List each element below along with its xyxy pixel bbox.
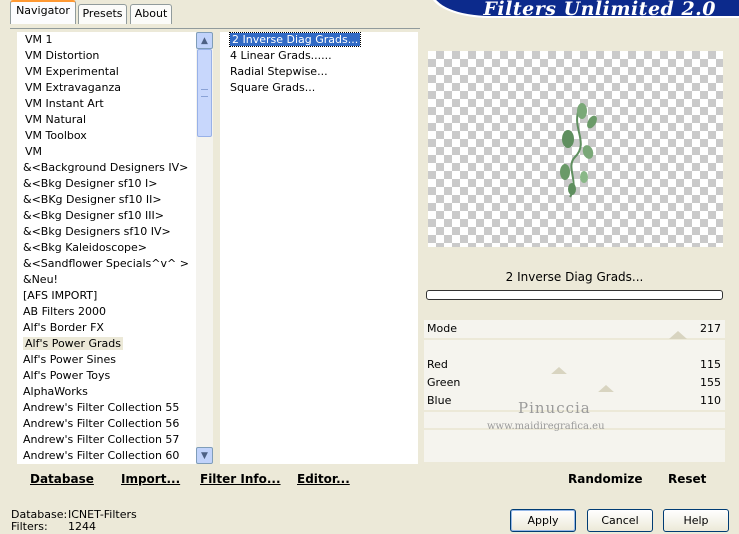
category-list[interactable]: VM 1 VM Distortion VM Experimental VM Extra… (17, 32, 211, 464)
param-green[interactable]: Green 155 (424, 374, 725, 392)
parameter-panel: Mode 217 Red 115 Green 155 Blue 110 (424, 320, 725, 462)
tab-presets[interactable]: Presets (78, 4, 127, 24)
category-item[interactable]: AlphaWorks (17, 384, 211, 400)
category-item[interactable]: &<Bkg Designer sf10 III> (17, 208, 211, 224)
category-item[interactable]: Andrew's Filter Collection 57 (17, 432, 211, 448)
category-item[interactable]: VM Extravaganza (17, 80, 211, 96)
preview-panel (424, 33, 725, 267)
category-item[interactable]: Alf's Border FX (17, 320, 211, 336)
editor-button[interactable]: Editor... (297, 472, 350, 486)
status-info: Database:ICNET-Filters Filters: 1244 (11, 508, 137, 533)
logo-text: Filters Unlimited 2.0 (483, 0, 716, 20)
cancel-button[interactable]: Cancel (587, 509, 653, 532)
category-item[interactable]: VM (17, 144, 211, 160)
scroll-thumb[interactable] (197, 49, 212, 137)
scroll-down-button[interactable]: ▼ (196, 447, 213, 464)
navigator-button-bar: Database Import... Filter Info... Editor… (10, 467, 420, 493)
category-item[interactable]: Andrew's Filter Collection 56 (17, 416, 211, 432)
category-item[interactable]: &<Sandflower Specials^v^ > (17, 256, 211, 272)
category-item[interactable]: Andrew's Filter Collection 60 (17, 448, 211, 464)
help-button[interactable]: Help (663, 509, 729, 532)
category-item[interactable]: VM Distortion (17, 48, 211, 64)
category-item[interactable]: Alf's Power Sines (17, 352, 211, 368)
database-button[interactable]: Database (30, 472, 94, 486)
category-item[interactable]: &<Background Designers IV> (17, 160, 211, 176)
current-filter-name: 2 Inverse Diag Grads... (505, 270, 644, 284)
watermark-url: www.maidiregrafica.eu (487, 421, 605, 432)
import-button[interactable]: Import... (121, 472, 180, 486)
category-item[interactable]: Andrew's Filter Collection 55 (17, 400, 211, 416)
mode-slider-marker[interactable] (669, 331, 687, 339)
filter-item[interactable]: Square Grads... (220, 80, 418, 96)
apply-button[interactable]: Apply (510, 509, 576, 532)
parameter-button-bar: Randomize Reset (424, 467, 725, 493)
filter-item[interactable]: Radial Stepwise... (220, 64, 418, 80)
category-item[interactable]: Alf's Power Grads (17, 336, 211, 352)
scroll-up-button[interactable]: ▲ (196, 32, 213, 49)
filters-unlimited-logo: Filters Unlimited 2.0 (430, 0, 739, 20)
category-item[interactable]: &<Bkg Designers sf10 IV> (17, 224, 211, 240)
tab-navigator[interactable]: Navigator (10, 0, 76, 24)
category-item[interactable]: [AFS IMPORT] (17, 288, 211, 304)
param-red[interactable]: Red 115 (424, 356, 725, 374)
category-item[interactable]: VM 1 (17, 32, 211, 48)
filter-list[interactable]: 2 Inverse Diag Grads... 4 Linear Grads...… (220, 32, 418, 464)
category-item[interactable]: &<Bkg Kaleidoscope> (17, 240, 211, 256)
tab-about[interactable]: About (130, 4, 172, 24)
category-scrollbar[interactable]: ▲ ▼ (196, 32, 213, 464)
preview-canvas[interactable] (428, 51, 723, 247)
filter-info-button[interactable]: Filter Info... (200, 472, 281, 486)
progress-bar (426, 290, 723, 300)
category-item[interactable]: VM Experimental (17, 64, 211, 80)
category-item[interactable]: Alf's Power Toys (17, 368, 211, 384)
category-item[interactable]: &Neu! (17, 272, 211, 288)
leaf-sprig-icon (560, 103, 597, 198)
filter-item[interactable]: 4 Linear Grads...... (220, 48, 418, 64)
filters-count: 1244 (68, 520, 96, 533)
reset-button[interactable]: Reset (668, 472, 706, 486)
watermark-name: Pinuccia (518, 399, 591, 417)
filter-item[interactable]: 2 Inverse Diag Grads... (220, 32, 418, 48)
category-item[interactable]: VM Instant Art (17, 96, 211, 112)
category-item[interactable]: &<Bkg Designer sf10 I> (17, 176, 211, 192)
category-item[interactable]: VM Toolbox (17, 128, 211, 144)
category-item[interactable]: VM Natural (17, 112, 211, 128)
category-item[interactable]: AB Filters 2000 (17, 304, 211, 320)
category-item[interactable]: &<BKg Designer sf10 II> (17, 192, 211, 208)
randomize-button[interactable]: Randomize (568, 472, 642, 486)
